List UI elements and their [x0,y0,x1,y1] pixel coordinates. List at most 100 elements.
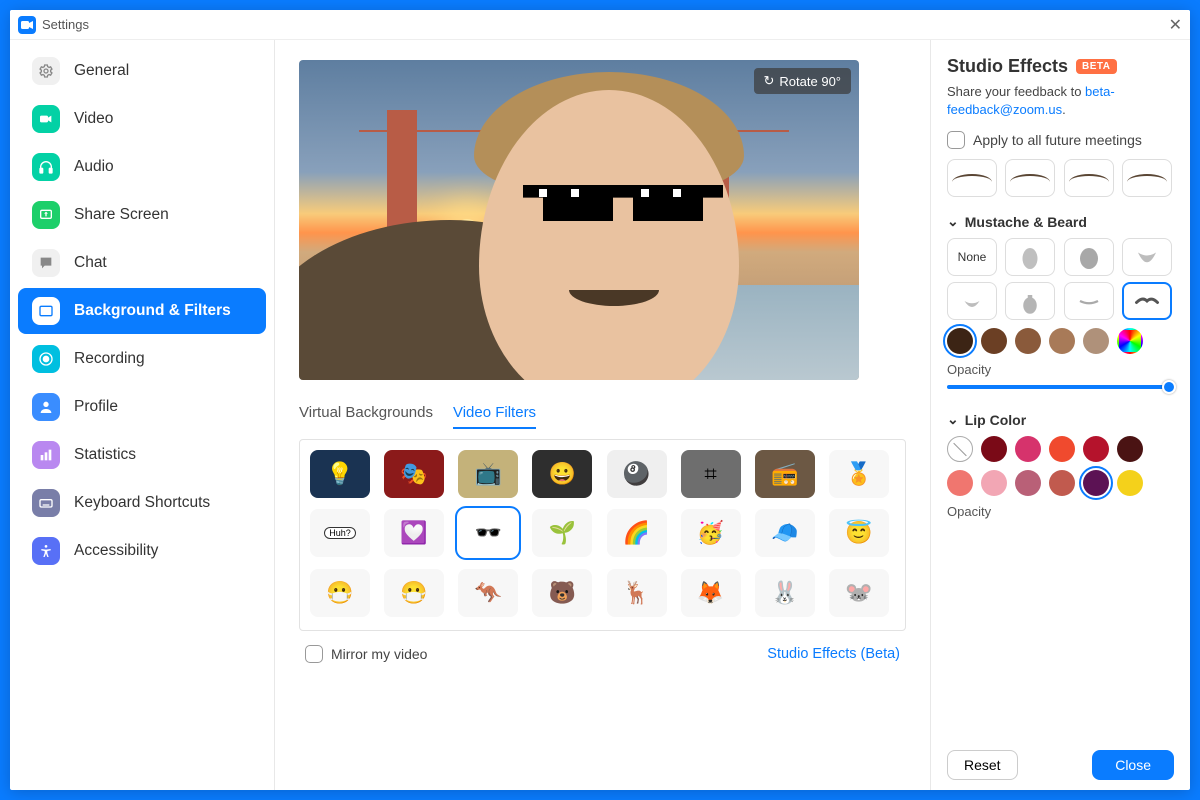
filter-reindeer[interactable]: 🦌 [607,569,667,617]
mustache-option-van-dyke[interactable] [1005,282,1055,320]
filter-huh-bubble[interactable]: Huh? [310,509,370,557]
filter-kangaroo[interactable]: 🦘 [458,569,518,617]
lip-title: Lip Color [965,412,1026,428]
sidebar-item-label: Video [74,110,113,128]
sidebar-item-label: Recording [74,350,145,368]
lip-color-swatches [947,436,1174,496]
filter-medical-mask[interactable]: 😷 [384,569,444,617]
mustache-option-thin[interactable] [1064,282,1114,320]
mustache-color-swatch[interactable] [947,328,973,354]
mustache-option-None[interactable]: None [947,238,997,276]
lip-color-swatch[interactable] [1117,436,1143,462]
filter-tv[interactable]: 📺 [458,450,518,498]
tab-virtual-backgrounds[interactable]: Virtual Backgrounds [299,404,433,429]
filter-fox[interactable]: 🦊 [681,569,741,617]
mirror-video-label: Mirror my video [331,646,427,662]
filter-halo[interactable]: 😇 [829,509,889,557]
filter-mouse[interactable]: 🐭 [829,569,889,617]
sidebar-item-label: Statistics [74,446,136,464]
sidebar-item-profile[interactable]: Profile [18,384,266,430]
filter-cap[interactable]: 🧢 [755,509,815,557]
sidebar-item-label: Chat [74,254,107,272]
filter-string-lights[interactable]: 💡 [310,450,370,498]
mustache-section-header[interactable]: ⌄ Mustache & Beard [947,213,1174,230]
sidebar-item-gear[interactable]: General [18,48,266,94]
mustache-option-soul-patch[interactable] [947,282,997,320]
mustache-color-swatch[interactable] [1117,328,1143,354]
lip-color-swatch[interactable] [1015,436,1041,462]
filter-grid[interactable]: 💡 🎭 📺 😀 🎱 ⌗ 📻 🏅 Huh? 💟 🕶️ 🌱 🌈 🥳 🧢 😇 😷 😷 🦘 🐻 🦌 🦊 🐰 🐭 [300,440,905,630]
lip-color-swatch[interactable] [947,470,973,496]
filter-party[interactable]: 🥳 [681,509,741,557]
tab-bar: Virtual Backgrounds Video Filters [299,404,906,429]
mustache-option-goatee-2[interactable] [1064,238,1114,276]
filter-sprout[interactable]: 🌱 [532,509,592,557]
checkbox-box-icon [305,645,323,663]
tab-video-filters[interactable]: Video Filters [453,404,536,429]
sidebar-item-headphones[interactable]: Audio [18,144,266,190]
sidebar-item-label: Background & Filters [74,302,231,320]
lip-color-swatch[interactable] [1015,470,1041,496]
sidebar-item-keyboard[interactable]: Keyboard Shortcuts [18,480,266,526]
sidebar-item-record[interactable]: Recording [18,336,266,382]
sidebar-item-bgfilter[interactable]: Background & Filters [18,288,266,334]
mirror-video-checkbox[interactable]: Mirror my video [305,645,427,663]
lip-color-swatch[interactable] [981,436,1007,462]
mustache-color-swatch[interactable] [1015,328,1041,354]
settings-window: Settings ✕ General Video AudioShare Screen… [10,10,1190,790]
keyboard-icon [32,489,60,517]
sidebar-item-stats[interactable]: Statistics [18,432,266,478]
chevron-down-icon: ⌄ [947,411,959,428]
filter-deal-glasses[interactable]: 🕶️ [458,509,518,557]
filter-heart[interactable]: 💟 [384,509,444,557]
filter-crop[interactable]: ⌗ [681,450,741,498]
filter-retro-tv[interactable]: 📻 [755,450,815,498]
apply-all-checkbox[interactable]: Apply to all future meetings [947,131,1174,149]
filter-bear[interactable]: 🐻 [532,569,592,617]
mustache-option-goatee-1[interactable] [1005,238,1055,276]
rotate-button[interactable]: ↻ Rotate 90° [754,68,851,94]
studio-effects-link[interactable]: Studio Effects (Beta) [767,646,900,662]
sidebar-item-camera[interactable]: Video [18,96,266,142]
eyebrow-option-0[interactable] [947,159,997,197]
opacity-label: Opacity [947,362,1174,377]
profile-icon [32,393,60,421]
eyebrow-option-1[interactable] [1005,159,1055,197]
mustache-option-chin-strap[interactable] [1122,238,1172,276]
lip-color-swatch[interactable] [1049,470,1075,496]
lip-color-swatch[interactable] [947,436,973,462]
filter-theater[interactable]: 🎭 [384,450,444,498]
mustache-color-swatch[interactable] [1049,328,1075,354]
lip-color-swatch[interactable] [1083,470,1109,496]
chevron-down-icon: ⌄ [947,213,959,230]
lip-color-swatch[interactable] [1049,436,1075,462]
settings-sidebar: General Video AudioShare Screen Chat Backgro… [10,40,275,790]
titlebar: Settings ✕ [10,10,1190,40]
mustache-color-swatch[interactable] [1083,328,1109,354]
eyebrow-option-2[interactable] [1064,159,1114,197]
sidebar-item-chat[interactable]: Chat [18,240,266,286]
lip-color-swatch[interactable] [1117,470,1143,496]
eyebrow-option-3[interactable] [1122,159,1172,197]
mustache-color-swatch[interactable] [981,328,1007,354]
sidebar-item-accessibility[interactable]: Accessibility [18,528,266,574]
filter-emoji-frame[interactable]: 😀 [532,450,592,498]
sidebar-item-share[interactable]: Share Screen [18,192,266,238]
lip-color-swatch[interactable] [1083,436,1109,462]
reset-button[interactable]: Reset [947,750,1018,780]
filter-rainbow[interactable]: 🌈 [607,509,667,557]
opacity-label-2: Opacity [947,504,1174,519]
close-button[interactable]: Close [1092,750,1174,780]
lip-color-swatch[interactable] [981,470,1007,496]
mustache-opacity-slider[interactable] [947,385,1174,389]
filter-award[interactable]: 🏅 [829,450,889,498]
zoom-logo-icon [18,16,36,34]
bgfilter-icon [32,297,60,325]
filter-n95-mask[interactable]: 😷 [310,569,370,617]
center-pane: ↻ Rotate 90° Virtual Backgrounds Video Fi… [275,40,930,790]
filter-bunny[interactable]: 🐰 [755,569,815,617]
close-icon[interactable]: ✕ [1169,15,1182,35]
lip-section-header[interactable]: ⌄ Lip Color [947,411,1174,428]
filter-pool-balls[interactable]: 🎱 [607,450,667,498]
mustache-option-handlebar[interactable] [1122,282,1172,320]
